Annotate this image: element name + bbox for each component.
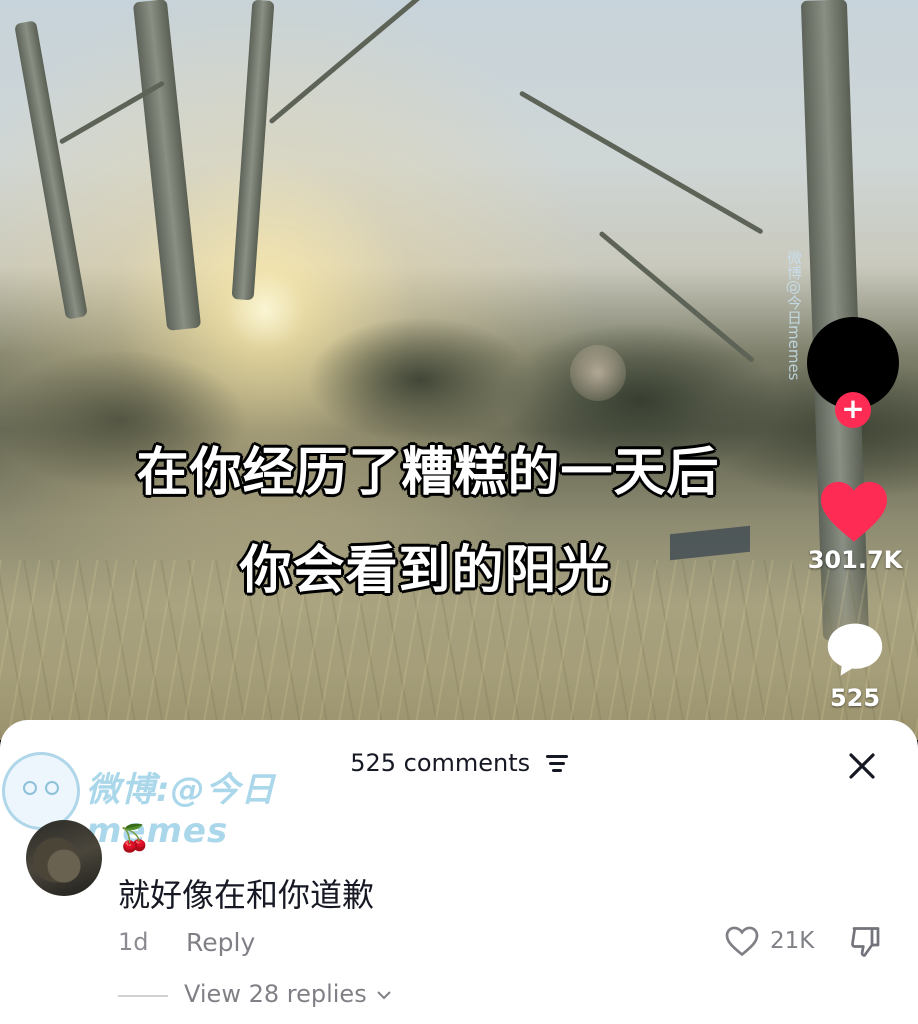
video-caption-line2: 你会看到的阳光 (239, 541, 611, 601)
sort-icon[interactable] (545, 754, 568, 772)
view-replies-label[interactable]: View 28 replies (184, 980, 392, 1008)
close-icon[interactable] (842, 746, 882, 786)
follow-button[interactable]: + (835, 392, 871, 428)
tree-trunk (132, 0, 202, 331)
comment-count: 525 (829, 684, 881, 712)
comment-like-count: 21K (770, 928, 815, 954)
watermark-vertical: 微博@今日memes (785, 250, 803, 381)
commenter-username[interactable]: 🍒 (118, 824, 150, 854)
heart-icon[interactable] (818, 478, 890, 544)
commenter-avatar[interactable] (26, 820, 102, 896)
chevron-down-icon (377, 991, 392, 1000)
heart-outline-icon[interactable] (724, 924, 760, 958)
comment-bubble-icon[interactable] (823, 617, 887, 681)
comments-sheet: 525 comments 微博:@今日memes 🍒 就好像在和你道歉 1d R… (0, 720, 918, 1024)
replies-divider (118, 995, 168, 997)
tree-trunk (231, 0, 275, 301)
tree-trunk (14, 20, 88, 320)
weibo-watermark: 微博:@今日memes (0, 752, 400, 851)
reply-button[interactable]: Reply (186, 928, 255, 957)
tree-branch (518, 90, 764, 235)
comment-time: 1d (118, 928, 149, 956)
like-count: 301.7K (807, 546, 903, 574)
watermark-logo (2, 752, 80, 830)
tree-branch (268, 0, 425, 125)
lens-flare (570, 345, 626, 401)
comment-text: 就好像在和你道歉 (118, 876, 375, 914)
dislike-icon[interactable] (848, 924, 884, 960)
video-caption-line1: 在你经历了糟糕的一天后 (136, 443, 720, 503)
video-player[interactable]: 在你经历了糟糕的一天后 你会看到的阳光 微博@今日memes + 301.7K … (0, 0, 918, 740)
view-replies-text: View 28 replies (184, 980, 367, 1008)
